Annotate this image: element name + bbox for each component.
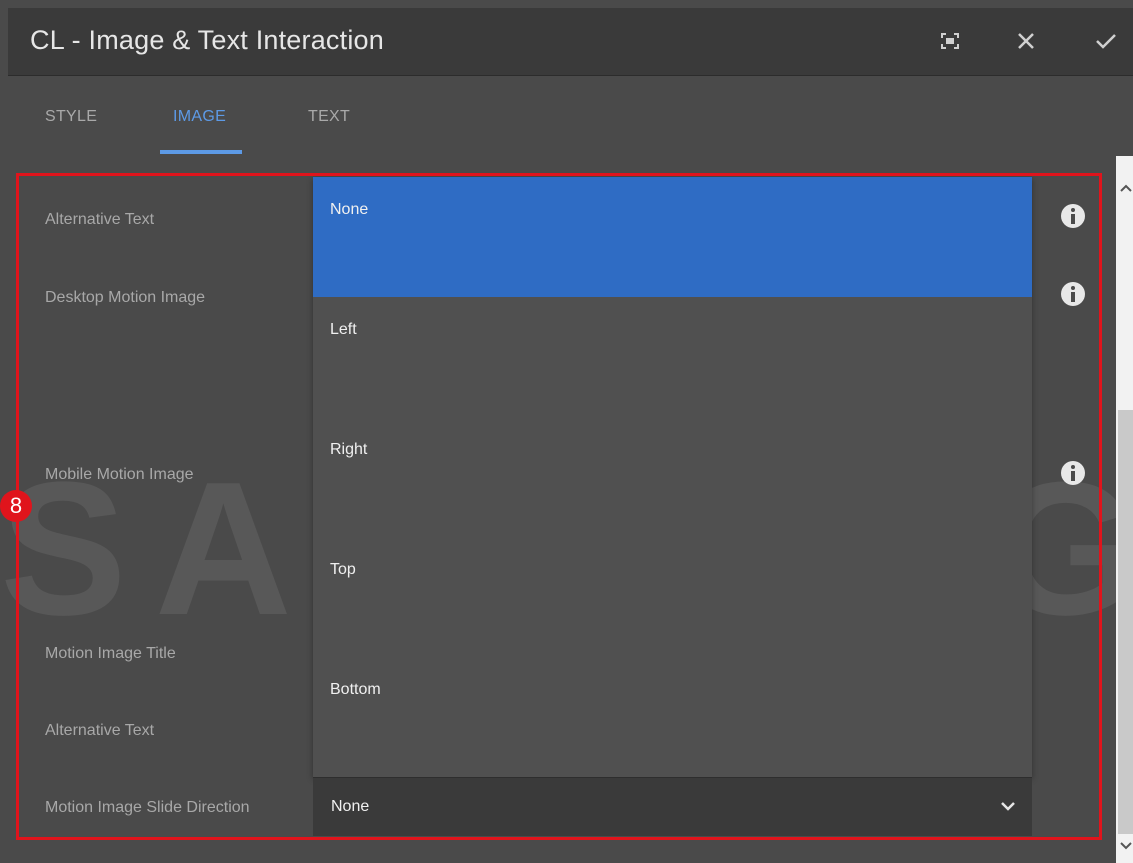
info-icon[interactable] <box>1060 203 1086 229</box>
dropdown-option-none[interactable]: None <box>313 177 1032 297</box>
dropdown-option-right[interactable]: Right <box>313 417 1032 537</box>
dropdown-option-bottom[interactable]: Bottom <box>313 657 1032 777</box>
chevron-down-icon <box>998 796 1018 816</box>
dialog-header: CL - Image & Text Interaction <box>8 8 1133 76</box>
option-label: None <box>330 201 369 218</box>
info-icon[interactable] <box>1060 460 1086 486</box>
slide-direction-select[interactable]: None <box>313 777 1032 836</box>
select-value: None <box>331 798 370 815</box>
field-label-alternative-text: Alternative Text <box>45 211 155 228</box>
option-label: Right <box>330 441 368 458</box>
tab-text[interactable]: TEXT <box>308 108 350 126</box>
option-label: Left <box>330 321 357 338</box>
tab-bar: STYLE IMAGE TEXT <box>8 76 1133 156</box>
close-icon[interactable] <box>1012 27 1040 55</box>
field-label-mobile-motion-image: Mobile Motion Image <box>45 466 194 483</box>
info-icon[interactable] <box>1060 281 1086 307</box>
check-icon[interactable] <box>1092 27 1120 55</box>
scroll-down-icon[interactable] <box>1118 838 1133 854</box>
field-label-slide-direction: Motion Image Slide Direction <box>45 799 250 816</box>
field-label-motion-image-title: Motion Image Title <box>45 645 176 662</box>
scrollbar-thumb[interactable] <box>1118 410 1133 834</box>
dialog-title: CL - Image & Text Interaction <box>30 25 384 55</box>
fullscreen-icon[interactable] <box>936 27 964 55</box>
active-tab-indicator <box>160 150 242 154</box>
dropdown-option-left[interactable]: Left <box>313 297 1032 417</box>
dropdown-option-top[interactable]: Top <box>313 537 1032 657</box>
tab-image[interactable]: IMAGE <box>173 108 226 126</box>
option-label: Bottom <box>330 681 381 698</box>
option-label: Top <box>330 561 356 578</box>
tab-style[interactable]: STYLE <box>45 108 97 126</box>
scroll-up-icon[interactable] <box>1118 180 1133 196</box>
field-label-alternative-text-2: Alternative Text <box>45 722 155 739</box>
annotation-step-badge: 8 <box>0 490 32 522</box>
slide-direction-dropdown-list: None Left Right Top Bottom <box>313 177 1032 777</box>
field-label-desktop-motion-image: Desktop Motion Image <box>45 289 206 306</box>
